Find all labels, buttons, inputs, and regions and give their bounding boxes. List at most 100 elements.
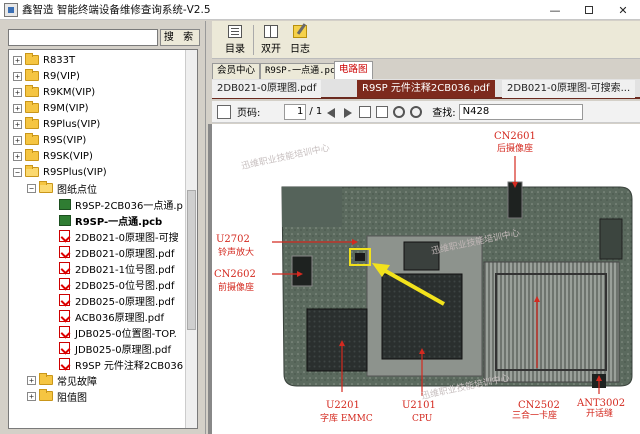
close-icon: ✕: [618, 3, 628, 17]
tree-item-label: 2DB025-0原理图.pdf: [75, 296, 175, 308]
tree-item-jdb025-0-top[interactable]: JDB025-0位置图-TOP.: [59, 324, 177, 340]
sidebar: 搜 索 + R833T + R9(VIP) + R9KM(VIP) + R9M(VIP) + R9…: [0, 21, 206, 434]
tab-circuit-diagram[interactable]: 电路图: [334, 61, 373, 79]
catalog-icon: [228, 25, 242, 38]
collapse-icon[interactable]: −: [27, 183, 36, 193]
cn2601-name: CN2601: [494, 131, 536, 142]
folder-icon: [25, 133, 39, 145]
tree-item-r9plus-vip[interactable]: + R9Plus(VIP): [13, 116, 100, 132]
u2101-desc: CPU: [412, 414, 433, 424]
fit-width-icon[interactable]: [376, 105, 389, 118]
tree-item-2db021-1-pdf[interactable]: 2DB021-1位号图.pdf: [59, 260, 174, 276]
tree-item-node-8[interactable]: − 图纸点位: [27, 180, 97, 196]
tree-item-label: R9SP-一点通.pcb: [75, 216, 163, 228]
expand-icon[interactable]: +: [13, 71, 22, 81]
tab-member-center[interactable]: 会员中心: [212, 63, 261, 79]
tab-doc-2db021[interactable]: 2DB021-0原理图.pdf: [212, 80, 322, 98]
tree-item-r9m-vip[interactable]: + R9M(VIP): [13, 100, 89, 116]
collapse-icon[interactable]: −: [13, 167, 22, 177]
right-connector: [599, 218, 623, 260]
tree-item-label: 2DB021-0原理图-可搜: [75, 232, 179, 244]
tree-item-jdb025-0-pdf[interactable]: JDB025-0原理图.pdf: [59, 340, 171, 356]
expand-icon[interactable]: +: [13, 135, 22, 145]
pdf-file-icon: [59, 262, 70, 274]
cpu-chip: [381, 273, 463, 360]
tree-item-label: 2DB021-1位号图.pdf: [75, 264, 175, 276]
search-input[interactable]: [8, 29, 158, 46]
pcb-file-icon: [59, 214, 71, 226]
window-controls: — ✕: [538, 0, 640, 20]
file-tree[interactable]: + R833T + R9(VIP) + R9KM(VIP) + R9M(VIP) + R9Plus…: [8, 49, 198, 429]
page-total: / 1: [309, 106, 323, 117]
zoom-out-icon[interactable]: [410, 105, 423, 118]
tree-scrollbar-thumb[interactable]: [187, 190, 196, 330]
expand-icon[interactable]: +: [27, 391, 36, 401]
tree-item-r9-vip[interactable]: + R9(VIP): [13, 68, 80, 84]
tree-item-r833t[interactable]: + R833T: [13, 52, 75, 68]
watermark-text: 迅维职业技能培训中心: [240, 141, 331, 171]
tree-item-r9sk-vip[interactable]: + R9SK(VIP): [13, 148, 93, 164]
tree-item-r9sp-pcb[interactable]: R9SP-一点通.pcb: [59, 212, 162, 228]
close-button[interactable]: ✕: [606, 0, 640, 20]
tree-scrollbar[interactable]: [185, 50, 197, 428]
pdf-file-icon: [59, 294, 70, 306]
tree-item-2db025-0-pdf[interactable]: 2DB025-0位号图.pdf: [59, 276, 174, 292]
expand-icon[interactable]: +: [13, 87, 22, 97]
expand-icon[interactable]: +: [13, 151, 22, 161]
folder-open-icon: [39, 181, 53, 193]
tree-item-label: R833T: [43, 54, 76, 66]
tree-item-acb036-pdf[interactable]: ACB036原理图.pdf: [59, 308, 164, 324]
next-page-icon[interactable]: [342, 106, 354, 118]
expand-icon[interactable]: +: [13, 119, 22, 129]
tree-item-r9sp-2cb036[interactable]: R9SP 元件注释2CB036: [59, 356, 183, 372]
board-section: [282, 187, 342, 227]
tree-item-r9splus-vip[interactable]: − R9SPlus(VIP): [13, 164, 107, 180]
tree-item-2db021-0[interactable]: 2DB021-0原理图-可搜: [59, 228, 179, 244]
zoom-in-icon[interactable]: [393, 105, 406, 118]
u2702-chip: [355, 253, 365, 261]
card-slot-area: [483, 261, 620, 383]
tab-doc-r9sp-annotation[interactable]: R9SP 元件注释2CB036.pdf: [357, 80, 495, 98]
tree-item-2db025-0-pdf[interactable]: 2DB025-0原理图.pdf: [59, 292, 174, 308]
prev-page-icon[interactable]: [326, 106, 338, 118]
tree-item-label: 2DB021-0原理图.pdf: [75, 248, 175, 260]
emmc-chip: [306, 308, 368, 372]
pdf-file-icon: [59, 326, 70, 338]
find-input[interactable]: [458, 103, 583, 120]
page-view-icon[interactable]: [217, 104, 231, 119]
u2101-name: U2101: [402, 400, 436, 411]
tree-item-label: JDB025-0原理图.pdf: [75, 344, 171, 356]
catalog-button[interactable]: 目录: [220, 24, 250, 56]
log-button[interactable]: 日志: [285, 24, 315, 56]
tree-item-r9s-vip[interactable]: + R9S(VIP): [13, 132, 86, 148]
maximize-button[interactable]: [572, 0, 606, 20]
find-label: 查找:: [432, 108, 456, 119]
tree-item-r9km-vip[interactable]: + R9KM(VIP): [13, 84, 95, 100]
pcb-file-icon: [59, 198, 71, 210]
app-icon: [4, 2, 18, 17]
tree-item-r9sp-2cb036-p[interactable]: R9SP-2CB036一点通.p: [59, 196, 183, 212]
page-number-input[interactable]: [284, 103, 307, 120]
expand-icon[interactable]: +: [13, 103, 22, 113]
pdf-toolbar: 页码: / 1 查找:: [212, 101, 640, 123]
search-row: 搜 索: [8, 29, 200, 46]
pdf-document-view[interactable]: 迅维职业技能培训中心 迅维职业技能培训中心 迅维职业技能培训中心 CN2601 …: [212, 124, 640, 434]
tab-doc-2db021-searchable[interactable]: 2DB021-0原理图-可搜索...: [502, 80, 636, 98]
expand-icon[interactable]: +: [27, 375, 36, 385]
tree-item-node-20[interactable]: + 常见故障: [27, 372, 97, 388]
folder-icon: [25, 85, 39, 97]
search-button[interactable]: 搜 索: [160, 29, 200, 46]
tab-pcb-file[interactable]: R9SP-一点通.pcb: [260, 63, 346, 79]
fit-page-icon[interactable]: [359, 105, 372, 118]
tree-item-label: 阻值图: [57, 392, 87, 404]
dual-screen-button[interactable]: 双开: [256, 24, 286, 56]
tree-item-2db021-0-pdf[interactable]: 2DB021-0原理图.pdf: [59, 244, 174, 260]
minimize-button[interactable]: —: [538, 0, 572, 20]
tree-item-label: ACB036原理图.pdf: [75, 312, 164, 324]
log-icon: [293, 25, 307, 38]
minimize-icon: —: [549, 3, 561, 17]
expand-icon[interactable]: +: [13, 55, 22, 65]
tree-item-node-21[interactable]: + 阻值图: [27, 388, 87, 404]
board-image: 迅维职业技能培训中心 迅维职业技能培训中心 迅维职业技能培训中心 CN2601 …: [214, 131, 633, 424]
ant3002-name: ANT3002: [576, 398, 625, 409]
